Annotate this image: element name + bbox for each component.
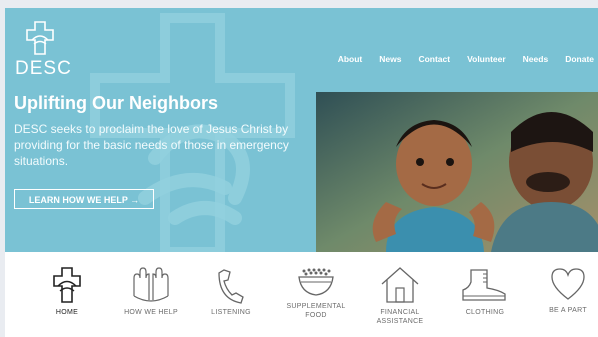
- house-icon: [381, 267, 419, 303]
- main-nav: About News Contact Volunteer Needs Donat…: [321, 54, 594, 64]
- nav-needs[interactable]: Needs: [523, 54, 549, 64]
- hero-photo: [316, 92, 598, 252]
- icon-nav-label: HOW WE HELP: [124, 309, 178, 316]
- heart-icon: [551, 268, 585, 300]
- icon-nav-label: LISTENING: [211, 309, 251, 316]
- nav-about[interactable]: About: [338, 54, 363, 64]
- page-frame: DESC About News Contact Volunteer Needs …: [5, 8, 598, 337]
- nav-volunteer[interactable]: Volunteer: [467, 54, 506, 64]
- icon-nav-supplemental-food[interactable]: SUPPLEMENTAL FOOD: [276, 266, 356, 320]
- raised-hands-icon: [133, 267, 169, 302]
- hero-subtext: DESC seeks to proclaim the love of Jesus…: [14, 122, 289, 168]
- cross-hands-icon: [53, 267, 81, 303]
- nav-news[interactable]: News: [379, 54, 401, 64]
- icon-nav-financial-assistance[interactable]: FINANCIAL ASSISTANCE: [360, 266, 440, 326]
- hero-banner: DESC About News Contact Volunteer Needs …: [5, 8, 598, 252]
- learn-how-we-help-button[interactable]: LEARN HOW WE HELP →: [14, 189, 154, 209]
- icon-nav-label: FINANCIAL ASSISTANCE: [376, 309, 424, 325]
- icon-nav-label: CLOTHING: [465, 309, 505, 316]
- icon-nav-label: BE A PART: [549, 307, 587, 314]
- icon-nav-listening[interactable]: LISTENING: [191, 266, 271, 317]
- cross-hands-logo-icon: [26, 21, 54, 55]
- icon-nav-how-we-help[interactable]: HOW WE HELP: [111, 266, 191, 317]
- father-child-photo-illustration: [316, 92, 598, 252]
- icon-nav-label: SUPPLEMENTAL FOOD: [286, 303, 346, 319]
- icon-nav-label: HOME: [55, 309, 79, 316]
- nav-contact[interactable]: Contact: [418, 54, 450, 64]
- icon-nav-be-a-part[interactable]: BE A PART: [528, 266, 598, 315]
- boot-icon: [462, 269, 506, 301]
- nav-donate[interactable]: Donate: [565, 54, 594, 64]
- hero-headline: Uplifting Our Neighbors: [14, 93, 218, 113]
- bowl-icon: [298, 268, 334, 296]
- phone-icon: [218, 269, 244, 304]
- brand-name: DESC: [15, 58, 72, 79]
- icon-nav-clothing[interactable]: CLOTHING: [445, 266, 525, 317]
- icon-nav-bar: HOME HOW WE HELP LISTENING SUPPLEMENTAL …: [5, 252, 598, 337]
- icon-nav-home[interactable]: HOME: [27, 266, 107, 317]
- desc-logo[interactable]: DESC: [15, 20, 79, 80]
